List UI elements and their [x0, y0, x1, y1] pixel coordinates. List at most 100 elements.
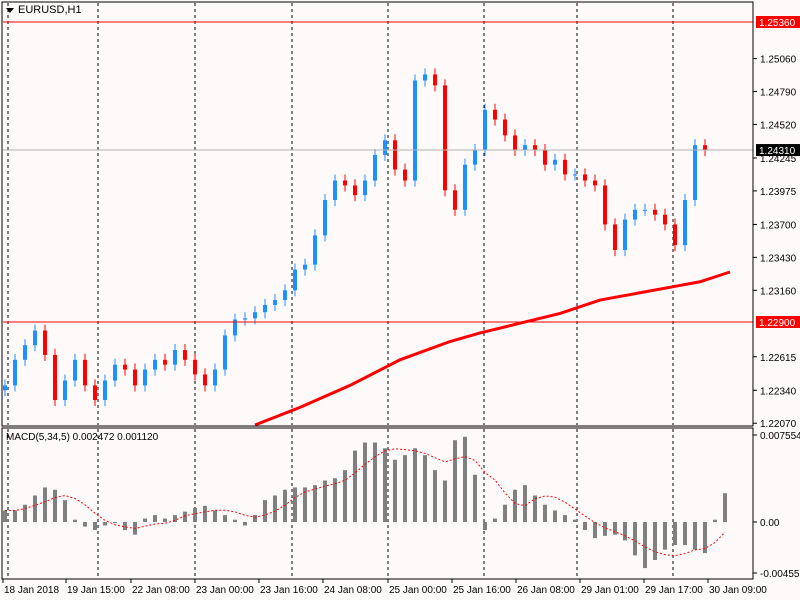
macd-tick-label: 0.007554	[760, 431, 800, 442]
macd-histogram-bar	[503, 504, 507, 522]
macd-tick-label: 0.00	[760, 518, 780, 529]
candle-body	[393, 140, 397, 170]
candle-body	[173, 350, 177, 365]
macd-histogram-bar	[53, 489, 57, 522]
level-price-label: 1.25360	[759, 18, 796, 29]
candle-body	[403, 169, 407, 181]
price-tick-label: 1.22070	[760, 419, 797, 430]
macd-histogram-bar	[693, 522, 697, 550]
candle-body	[13, 359, 17, 386]
macd-histogram-bar	[283, 489, 287, 522]
candle-body	[83, 359, 87, 386]
macd-histogram-bar	[603, 522, 607, 536]
macd-histogram-bar	[403, 455, 407, 522]
time-axis-label: 26 Jan 08:00	[517, 585, 575, 596]
candle-body	[123, 364, 127, 370]
price-tick-label: 1.22340	[760, 386, 797, 397]
macd-histogram-bar	[153, 515, 157, 522]
macd-histogram-bar	[143, 518, 147, 522]
macd-histogram-bar	[423, 455, 427, 522]
time-axis-label: 29 Jan 17:00	[645, 585, 703, 596]
macd-histogram-bar	[513, 489, 517, 522]
macd-histogram-bar	[63, 500, 67, 522]
candle-body	[133, 369, 137, 386]
candle-body	[103, 380, 107, 401]
macd-histogram-bar	[303, 487, 307, 522]
macd-histogram-bar	[723, 493, 727, 522]
macd-histogram-bar	[263, 500, 267, 522]
macd-histogram-bar	[83, 522, 87, 527]
symbol-title[interactable]: EURUSD,H1	[6, 4, 82, 16]
current-price-label: 1.24310	[759, 146, 796, 157]
macd-tick-label: -0.004555	[760, 569, 800, 580]
candle-body	[143, 369, 147, 386]
price-tick-label: 1.23430	[760, 253, 797, 264]
candle-body	[563, 159, 567, 175]
candle-body	[463, 164, 467, 210]
candle-body	[513, 135, 517, 151]
candle-body	[483, 109, 487, 151]
macd-histogram-bar	[623, 522, 627, 541]
candle-body	[643, 209, 647, 211]
macd-histogram-bar	[443, 480, 447, 522]
macd-histogram-bar	[393, 459, 397, 522]
macd-histogram-bar	[223, 515, 227, 522]
time-axis-label: 29 Jan 01:00	[581, 585, 639, 596]
macd-histogram-bar	[43, 487, 47, 522]
macd-histogram-bar	[203, 505, 207, 522]
macd-histogram-bar	[23, 504, 27, 522]
candle-body	[313, 235, 317, 265]
time-axis-label: 25 Jan 16:00	[453, 585, 511, 596]
macd-histogram-bar	[273, 495, 277, 522]
macd-histogram-bar	[253, 515, 257, 522]
macd-histogram-bar	[553, 510, 557, 522]
time-axis-label: 23 Jan 00:00	[196, 585, 254, 596]
candle-body	[493, 109, 497, 120]
candle-body	[113, 364, 117, 381]
macd-histogram-bar	[353, 450, 357, 522]
time-axis-label: 30 Jan 09:00	[709, 585, 767, 596]
candle-body	[213, 369, 217, 386]
candle-body	[423, 74, 427, 81]
price-tick-label: 1.23975	[760, 187, 797, 198]
macd-histogram-bar	[373, 442, 377, 522]
macd-histogram-bar	[563, 515, 567, 522]
macd-histogram-bar	[533, 495, 537, 522]
candle-body	[453, 190, 457, 210]
candle-body	[303, 264, 307, 270]
macd-histogram-bar	[3, 510, 7, 522]
candle-body	[333, 180, 337, 201]
macd-histogram-bar	[473, 474, 477, 522]
macd-histogram-bar	[163, 518, 167, 522]
macd-histogram-bar	[543, 504, 547, 522]
macd-histogram-bar	[363, 442, 367, 522]
macd-histogram-bar	[213, 510, 217, 522]
candle-body	[533, 145, 537, 151]
time-axis-label: 18 Jan 2018	[4, 585, 59, 596]
candle-body	[553, 159, 557, 165]
candle-body	[573, 174, 577, 176]
candle-body	[243, 318, 247, 320]
macd-histogram-bar	[673, 522, 677, 546]
macd-histogram-bar	[103, 522, 107, 526]
macd-histogram-bar	[123, 522, 127, 531]
candle-body	[673, 224, 677, 246]
candle-body	[633, 209, 637, 220]
macd-histogram-bar	[233, 519, 237, 522]
macd-histogram-bar	[193, 508, 197, 522]
candle-body	[183, 350, 187, 360]
macd-histogram-bar	[73, 519, 77, 522]
macd-histogram-bar	[453, 440, 457, 522]
macd-histogram-bar	[433, 470, 437, 522]
macd-histogram-bar	[523, 485, 527, 522]
macd-histogram-bar	[633, 522, 637, 556]
price-tick-label: 1.22615	[760, 353, 797, 364]
candle-body	[93, 385, 97, 401]
candle-body	[53, 354, 57, 401]
candle-body	[593, 180, 597, 186]
candle-body	[33, 330, 37, 346]
candle-body	[283, 290, 287, 301]
candle-body	[73, 359, 77, 381]
candle-body	[253, 312, 257, 319]
candle-body	[603, 185, 607, 225]
